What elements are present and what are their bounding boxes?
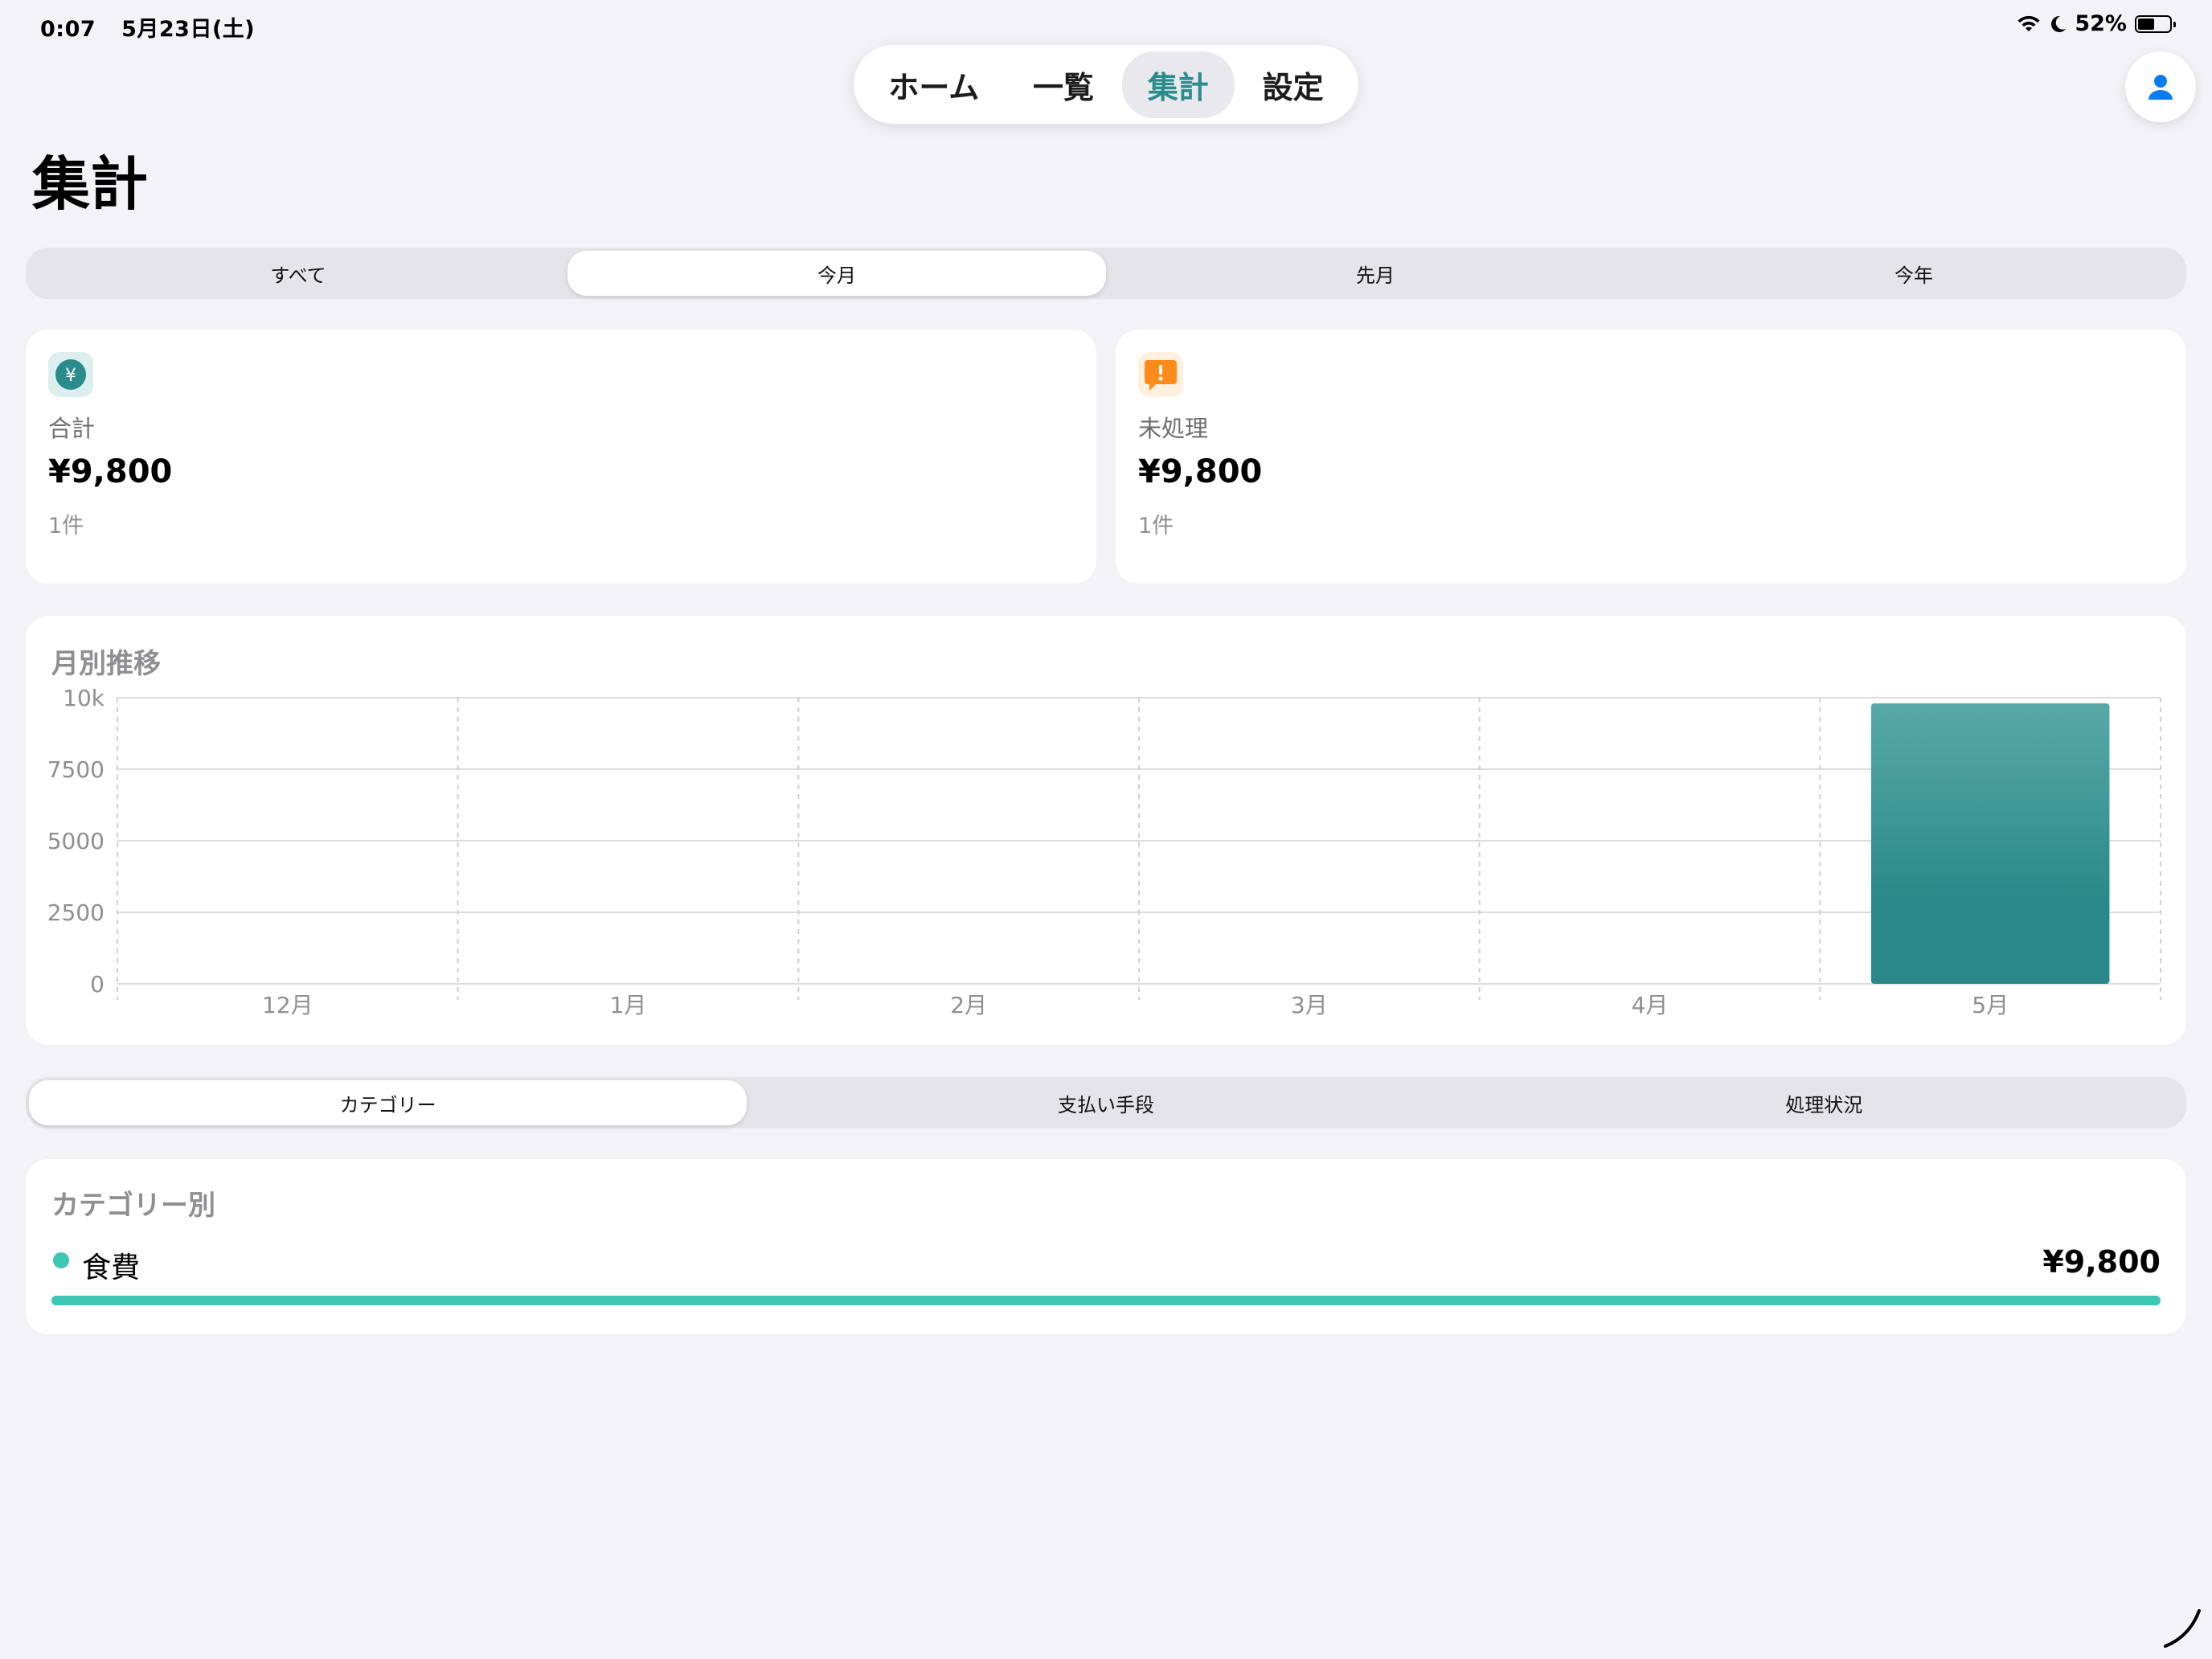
x-tick-label: 2月 — [950, 992, 987, 1018]
category-share-fill — [51, 1296, 2161, 1305]
total-count: 1件 — [48, 514, 84, 539]
category-title: カテゴリー別 — [51, 1190, 215, 1222]
period-filter: すべて 今月 先月 今年 — [26, 248, 2186, 299]
wifi-icon — [2017, 15, 2040, 31]
person-icon — [2149, 75, 2173, 100]
period-this-month[interactable]: 今月 — [567, 251, 1106, 296]
battery-percent: 52% — [2075, 11, 2127, 36]
category-card: カテゴリー別 食費 ¥9,800 — [26, 1159, 2186, 1334]
status-bar: 0:07 5月23日(土) 52% — [0, 0, 2212, 51]
x-tick-label: 5月 — [1972, 992, 2009, 1018]
status-time: 0:07 — [40, 17, 96, 42]
monthly-bar-chart: 0 2500 5000 7500 10k 12月 1月 2月 3月 4月 5月 — [47, 685, 2161, 1018]
tab-category[interactable]: カテゴリー — [29, 1080, 748, 1125]
tab-status[interactable]: 処理状況 — [1465, 1080, 2183, 1125]
total-label: 合計 — [48, 415, 96, 442]
tab-payment-method[interactable]: 支払い手段 — [747, 1080, 1464, 1125]
category-amount: ¥9,800 — [2042, 1244, 2161, 1280]
category-name: 食費 — [82, 1251, 141, 1284]
nav-list[interactable]: 一覧 — [1007, 51, 1120, 118]
x-tick-label: 4月 — [1632, 992, 1669, 1018]
top-nav: ホーム 一覧 集計 設定 — [854, 45, 1358, 124]
period-this-year[interactable]: 今年 — [1645, 251, 2183, 296]
moon-icon — [2051, 15, 2067, 32]
nav-home[interactable]: ホーム — [862, 51, 1005, 118]
nav-summary[interactable]: 集計 — [1121, 51, 1235, 118]
pending-label: 未処理 — [1138, 415, 1209, 442]
category-color-dot — [53, 1252, 69, 1268]
x-tick-label: 12月 — [262, 992, 313, 1018]
pending-amount: ¥9,800 — [1138, 453, 1263, 490]
y-tick-label: 7500 — [47, 756, 104, 783]
status-right: 52% — [2017, 11, 2176, 36]
page-title: 集計 — [32, 150, 149, 218]
y-tick-label: 0 — [90, 971, 104, 997]
x-tick-label: 3月 — [1291, 992, 1328, 1018]
nav-settings[interactable]: 設定 — [1237, 51, 1350, 118]
profile-button[interactable] — [2125, 51, 2196, 122]
y-tick-label: 10k — [63, 685, 105, 711]
exclamation-bubble-icon — [1145, 360, 1177, 391]
status-left: 0:07 5月23日(土) — [40, 11, 272, 43]
pending-card: 未処理 ¥9,800 1件 — [1116, 330, 2186, 584]
scroll-indicator-icon — [2164, 1609, 2201, 1648]
pending-count: 1件 — [1138, 514, 1174, 539]
yen-icon: ¥ — [55, 359, 86, 390]
y-tick-label: 2500 — [47, 899, 104, 926]
svg-text:¥: ¥ — [65, 366, 76, 386]
status-date: 5月23日(土) — [121, 17, 256, 42]
monthly-chart-card: 月別推移 0 2500 5000 7500 10k 12月 1月 2月 3月 4月 5月 — [26, 616, 2186, 1045]
total-amount: ¥9,800 — [48, 453, 173, 490]
period-all[interactable]: すべて — [29, 251, 567, 296]
category-share-bar — [51, 1296, 2161, 1305]
total-icon-tile: ¥ — [48, 352, 93, 397]
pending-icon-tile — [1138, 352, 1183, 397]
category-row[interactable]: 食費 ¥9,800 — [51, 1239, 2161, 1284]
breakdown-tabs: カテゴリー 支払い手段 処理状況 — [26, 1077, 2186, 1129]
period-last-month[interactable]: 先月 — [1106, 251, 1645, 296]
battery-icon — [2135, 14, 2176, 33]
total-card: ¥ 合計 ¥9,800 1件 — [26, 330, 1096, 584]
x-tick-label: 1月 — [610, 992, 647, 1018]
y-tick-label: 5000 — [47, 828, 104, 854]
bar-5月 — [1870, 703, 2110, 984]
